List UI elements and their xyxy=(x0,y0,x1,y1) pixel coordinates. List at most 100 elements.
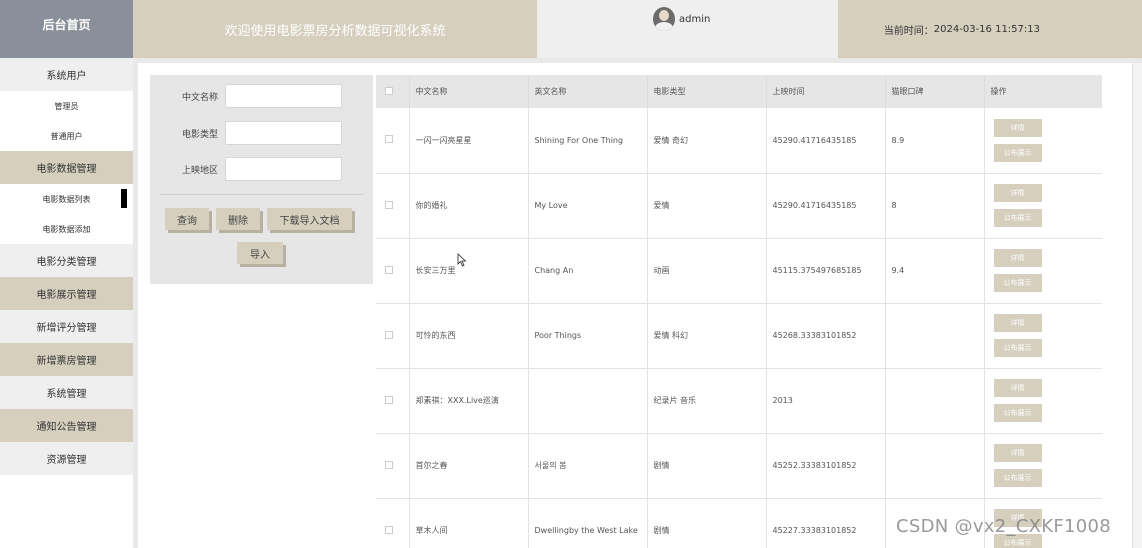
row-checkbox[interactable] xyxy=(385,135,393,144)
type-input[interactable] xyxy=(225,121,342,145)
row-checkbox[interactable] xyxy=(385,200,393,209)
download-template-button[interactable]: 下载导入文档 xyxy=(267,208,352,230)
row-checkbox[interactable] xyxy=(385,460,393,469)
active-indicator xyxy=(121,189,127,208)
delete-button[interactable]: 删除 xyxy=(216,208,260,230)
cell-en-name xyxy=(528,368,648,434)
cell-en-name: Shining For One Thing xyxy=(528,108,648,174)
home-link[interactable]: 后台首页 xyxy=(0,0,133,58)
sidebar: 系统用户 管理员 普通用户 电影数据管理 电影数据列表 电影数据添加 电影分类管… xyxy=(0,58,133,548)
user-area: admin xyxy=(537,0,838,58)
table-row: 一闪一闪亮星星 Shining For One Thing 爱情 奇幻 4529… xyxy=(376,108,1102,174)
detail-button[interactable]: 详情 xyxy=(993,184,1042,202)
current-time: 当前时间： 2024-03-16 11:57:13 xyxy=(838,0,1142,58)
cell-cn-name: 首尔之春 xyxy=(409,433,529,499)
sidebar-subitem-movie-list[interactable]: 电影数据列表 xyxy=(0,184,133,214)
cell-type: 剧情 xyxy=(647,498,767,548)
sidebar-subitem-admin[interactable]: 管理员 xyxy=(0,91,133,121)
cell-cn-name: 郑素祺：XXX.Live巡演 xyxy=(409,368,529,434)
cell-type: 纪录片 音乐 xyxy=(647,368,767,434)
col-header-release[interactable]: 上映时间 xyxy=(766,75,886,108)
sidebar-item-notice[interactable]: 通知公告管理 xyxy=(0,409,133,442)
cell-maoyan xyxy=(885,303,985,369)
cell-release: 45290.41716435185 xyxy=(766,173,886,239)
region-label: 上映地区 xyxy=(181,166,218,176)
cell-cn-name: 可怜的东西 xyxy=(409,303,529,369)
cell-type: 动画 xyxy=(647,238,767,304)
cell-type: 爱情 奇幻 xyxy=(647,108,767,174)
detail-button[interactable]: 详情 xyxy=(993,314,1042,332)
mouse-cursor-icon xyxy=(457,253,467,267)
cell-en-name: Chang An xyxy=(528,238,648,304)
cell-maoyan: 8 xyxy=(885,173,985,239)
time-value: 2024-03-16 11:57:13 xyxy=(933,23,1040,35)
cell-release: 45252.33383101852 xyxy=(766,433,886,499)
cell-type: 剧情 xyxy=(647,433,767,499)
publish-button[interactable]: 公布展示 xyxy=(993,404,1042,422)
sidebar-item-system-users[interactable]: 系统用户 xyxy=(0,58,133,91)
type-row: 电影类型 xyxy=(150,121,373,145)
cell-release: 45227.33383101852 xyxy=(766,498,886,548)
time-label: 当前时间： xyxy=(883,25,934,37)
cell-ops: 详情 公布展示 xyxy=(984,238,1102,304)
sidebar-item-category[interactable]: 电影分类管理 xyxy=(0,244,133,277)
cn-name-label: 中文名称 xyxy=(181,93,218,103)
cell-cn-name: 长安三万里 xyxy=(409,238,529,304)
detail-button[interactable]: 详情 xyxy=(993,379,1042,397)
publish-button[interactable]: 公布展示 xyxy=(993,274,1042,292)
col-header-type[interactable]: 电影类型 xyxy=(647,75,767,108)
avatar[interactable] xyxy=(653,7,675,31)
sidebar-subitem-movie-add[interactable]: 电影数据添加 xyxy=(0,214,133,244)
movie-table: 中文名称 英文名称 电影类型 上映时间 猫眼口碑 操作 一闪一闪亮星星 Shin… xyxy=(376,75,1102,548)
cell-release: 45290.41716435185 xyxy=(766,108,886,174)
detail-button[interactable]: 详情 xyxy=(993,444,1042,462)
cell-ops: 详情 公布展示 xyxy=(984,173,1102,239)
row-checkbox[interactable] xyxy=(385,525,393,534)
cell-maoyan xyxy=(885,433,985,499)
cell-cn-name: 草木人间 xyxy=(409,498,529,548)
detail-button[interactable]: 详情 xyxy=(993,249,1042,267)
publish-button[interactable]: 公布展示 xyxy=(993,209,1042,227)
row-checkbox[interactable] xyxy=(385,330,393,339)
sidebar-item-display[interactable]: 电影展示管理 xyxy=(0,277,133,310)
system-title: 欢迎使用电影票房分析数据可视化系统 xyxy=(133,0,537,58)
sidebar-item-movie-data[interactable]: 电影数据管理 xyxy=(0,151,133,184)
sidebar-item-rating[interactable]: 新增评分管理 xyxy=(0,310,133,343)
col-header-maoyan[interactable]: 猫眼口碑 xyxy=(885,75,985,108)
row-checkbox[interactable] xyxy=(385,395,393,404)
divider xyxy=(160,194,363,195)
table-row: 长安三万里 Chang An 动画 45115.375497685185 9.4… xyxy=(376,238,1102,304)
sidebar-subitem-normal-user[interactable]: 普通用户 xyxy=(0,121,133,151)
col-header-cn-name[interactable]: 中文名称 xyxy=(409,75,529,108)
cell-ops: 详情 公布展示 xyxy=(984,433,1102,499)
table-row: 你的婚礼 My Love 爱情 45290.41716435185 8 详情 公… xyxy=(376,173,1102,239)
import-button[interactable]: 导入 xyxy=(237,242,283,264)
type-label: 电影类型 xyxy=(181,130,218,140)
search-panel: 中文名称 电影类型 上映地区 查询 删除 下载导入文档 导入 xyxy=(150,75,373,284)
publish-button[interactable]: 公布展示 xyxy=(993,339,1042,357)
cell-ops: 详情 公布展示 xyxy=(984,303,1102,369)
sidebar-item-system[interactable]: 系统管理 xyxy=(0,376,133,409)
cn-name-input[interactable] xyxy=(225,84,342,108)
table-row: 首尔之春 서울의 봄 剧情 45252.33383101852 详情 公布展示 xyxy=(376,433,1102,499)
publish-button[interactable]: 公布展示 xyxy=(993,143,1042,162)
cell-cn-name: 你的婚礼 xyxy=(409,173,529,239)
publish-button[interactable]: 公布展示 xyxy=(993,469,1042,487)
top-header: 后台首页 欢迎使用电影票房分析数据可视化系统 admin 当前时间： 2024-0… xyxy=(0,0,1142,58)
cell-cn-name: 一闪一闪亮星星 xyxy=(409,108,529,174)
sidebar-subitem-label: 电影数据列表 xyxy=(42,194,91,204)
cn-name-row: 中文名称 xyxy=(150,84,373,108)
cell-release: 45268.33383101852 xyxy=(766,303,886,369)
username[interactable]: admin xyxy=(679,14,710,25)
sidebar-item-boxoffice[interactable]: 新增票房管理 xyxy=(0,343,133,376)
col-header-en-name[interactable]: 英文名称 xyxy=(528,75,648,108)
sidebar-item-resource[interactable]: 资源管理 xyxy=(0,442,133,475)
page-scrollbar[interactable] xyxy=(1132,63,1142,548)
query-button[interactable]: 查询 xyxy=(165,208,209,230)
select-all-checkbox[interactable] xyxy=(385,86,393,95)
table-row: 郑素祺：XXX.Live巡演 纪录片 音乐 2013 详情 公布展示 xyxy=(376,368,1102,434)
cell-ops: 详情 公布展示 xyxy=(984,368,1102,434)
detail-button[interactable]: 详情 xyxy=(993,118,1042,137)
row-checkbox[interactable] xyxy=(385,265,393,274)
region-input[interactable] xyxy=(225,157,342,181)
